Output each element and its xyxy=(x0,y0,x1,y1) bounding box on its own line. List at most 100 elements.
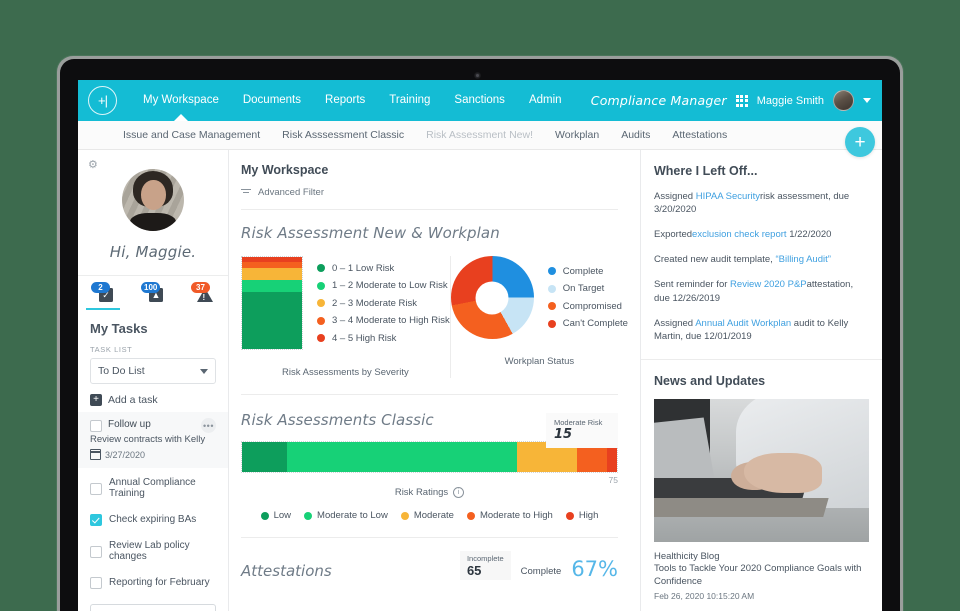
donut-chart[interactable] xyxy=(450,256,534,339)
chevron-down-icon[interactable] xyxy=(863,98,871,103)
activity-prefix: Sent reminder for xyxy=(654,279,731,291)
task-checkbox-checked[interactable] xyxy=(90,514,102,526)
greeting-text: Hi, Maggie. xyxy=(109,243,197,261)
info-icon[interactable]: i xyxy=(453,487,465,498)
legend-item[interactable]: On Target xyxy=(547,283,628,294)
secondary-navigation-bar: Issue and Case Management Risk Asssessme… xyxy=(78,121,882,157)
list-item[interactable]: Annual Compliance Training xyxy=(90,470,216,506)
activity-link[interactable]: Review 2020 P&P xyxy=(730,279,807,290)
message-chart-icon: 100 ▲ xyxy=(141,282,163,302)
news-and-updates-title: News and Updates xyxy=(654,373,766,388)
task-menu-icon[interactable]: ••• xyxy=(201,418,216,433)
legend-item[interactable]: Moderate to Low xyxy=(304,510,388,521)
stacked-bar[interactable] xyxy=(241,256,303,350)
legend-dot xyxy=(317,334,325,342)
task-checkbox[interactable] xyxy=(90,545,102,558)
legend-item[interactable]: Moderate xyxy=(400,510,454,521)
bar-segment-moderate-risk[interactable] xyxy=(242,268,302,280)
activity-link[interactable]: exclusion check report xyxy=(692,229,787,240)
legend-dot xyxy=(400,511,409,520)
list-item[interactable]: Review Lab policy changes xyxy=(90,533,216,569)
rating-segment-moderate-to-low[interactable] xyxy=(287,442,517,472)
task-label: Review Lab policy changes xyxy=(109,540,190,562)
activity-link[interactable]: HIPAA Security xyxy=(696,191,760,202)
alerts-badge: 37 xyxy=(191,282,210,293)
gear-icon[interactable]: ⚙ xyxy=(88,158,98,171)
risk-ratings-label: Risk Ratings xyxy=(394,487,449,498)
nav-item-training[interactable]: Training xyxy=(377,80,442,121)
legend-item[interactable]: 0 – 1 Low Risk xyxy=(317,263,450,274)
subnav-item-issue-and-case-management[interactable]: Issue and Case Management xyxy=(112,129,271,141)
nav-item-my-workspace[interactable]: My Workspace xyxy=(131,80,231,121)
rating-segment-low[interactable] xyxy=(242,442,287,472)
task-label: Reporting for February xyxy=(109,577,210,588)
featured-task-title: Follow up xyxy=(108,419,151,430)
list-item[interactable]: Reporting for February xyxy=(90,569,216,596)
legend-label: Moderate xyxy=(413,510,454,521)
donut-hole xyxy=(475,281,509,314)
task-checkbox[interactable] xyxy=(90,420,102,432)
activity-link[interactable]: Annual Audit Workplan xyxy=(695,318,791,329)
go-to-my-tasks-button[interactable]: Go to My Tasks xyxy=(90,604,216,611)
bar-segment-moderate-to-low-risk[interactable] xyxy=(242,279,302,292)
divider xyxy=(241,209,618,210)
profile-avatar[interactable] xyxy=(122,169,184,231)
nav-item-admin[interactable]: Admin xyxy=(517,80,574,121)
sidebar: ⚙ Hi, Maggie. 2 ✓ 100 ▲ 37 ! My Tasks TA… xyxy=(78,150,229,611)
app-switcher-icon[interactable] xyxy=(735,94,748,107)
legend-dot xyxy=(466,511,475,520)
subnav-item-attestations[interactable]: Attestations xyxy=(661,129,738,141)
task-list-select[interactable]: To Do List xyxy=(90,358,216,384)
add-task-button[interactable]: + Add a task xyxy=(90,394,216,406)
legend-item[interactable]: 2 – 3 Moderate Risk xyxy=(317,298,450,309)
legend-item[interactable]: 3 – 4 Moderate to High Risk xyxy=(317,315,450,326)
advanced-filter-button[interactable]: Advanced Filter xyxy=(241,187,618,198)
legend-item[interactable]: Moderate to High xyxy=(466,510,553,521)
legend-item[interactable]: Complete xyxy=(547,266,628,277)
screenshot-stage: +| My Workspace Documents Reports Traini… xyxy=(0,0,960,611)
app-logo-icon[interactable]: +| xyxy=(88,86,117,115)
calendar-icon xyxy=(90,449,101,460)
nav-item-documents[interactable]: Documents xyxy=(231,80,313,121)
task-checkbox[interactable] xyxy=(90,482,102,495)
subnav-item-workplan[interactable]: Workplan xyxy=(544,129,610,141)
legend-item[interactable]: 1 – 2 Moderate to Low Risk xyxy=(317,280,450,291)
legend-item[interactable]: Compromised xyxy=(547,301,628,312)
sidebar-tab-alerts[interactable]: 37 ! xyxy=(178,276,228,310)
incomplete-label: Incomplete xyxy=(466,554,504,563)
bar-max-value: 75 xyxy=(608,475,618,485)
attestation-stats: Incomplete 65 Complete 67% xyxy=(459,551,618,580)
user-name-label[interactable]: Maggie Smith xyxy=(757,95,824,107)
where-i-left-off-title: Where I Left Off... xyxy=(654,164,758,178)
activity-link[interactable]: “Billing Audit” xyxy=(775,254,830,265)
news-headline[interactable]: Tools to Tackle Your 2020 Compliance Goa… xyxy=(654,562,869,589)
bar-segment-low-risk[interactable] xyxy=(242,291,302,349)
subnav-item-risk-assessment-new[interactable]: Risk Assessment New! xyxy=(415,129,544,141)
legend-item[interactable]: Can't Complete xyxy=(547,318,628,329)
activity-suffix: 1/22/2020 xyxy=(786,229,832,241)
activity-item: Assigned Annual Audit Workplan audit to … xyxy=(654,317,869,343)
avatar[interactable] xyxy=(833,90,854,111)
sidebar-tab-messages[interactable]: 100 ▲ xyxy=(128,276,178,310)
sidebar-tab-tasks[interactable]: 2 ✓ xyxy=(78,276,128,310)
nav-item-sanctions[interactable]: Sanctions xyxy=(442,80,517,121)
legend-item[interactable]: 4 – 5 High Risk xyxy=(317,333,450,344)
subnav-item-risk-assessment-classic[interactable]: Risk Asssessment Classic xyxy=(271,129,415,141)
legend-item[interactable]: High xyxy=(565,510,598,521)
add-button[interactable]: + xyxy=(845,127,875,157)
news-date: Feb 26, 2020 10:15:20 AM xyxy=(654,591,755,602)
charts-row: 0 – 1 Low Risk 1 – 2 Moderate to Low Ris… xyxy=(241,256,628,378)
list-item[interactable]: Check expiring BAs xyxy=(90,506,216,533)
new-tag: New! xyxy=(509,129,534,141)
subnav-item-audits[interactable]: Audits xyxy=(610,129,661,141)
legend-item[interactable]: Low xyxy=(260,510,291,521)
news-thumbnail[interactable] xyxy=(654,398,869,542)
chart-caption: Workplan Status xyxy=(504,356,575,367)
nav-item-reports[interactable]: Reports xyxy=(313,80,377,121)
legend-label: Moderate to High xyxy=(479,510,553,521)
featured-task[interactable]: Follow up ••• Review contracts with Kell… xyxy=(78,412,228,468)
severity-legend: 0 – 1 Low Risk 1 – 2 Moderate to Low Ris… xyxy=(317,263,450,344)
chevron-down-icon xyxy=(200,368,208,374)
section-risk-assessments-classic: Risk Assessments Classic Moderate Risk 1… xyxy=(241,411,618,521)
task-checkbox[interactable] xyxy=(90,577,102,589)
